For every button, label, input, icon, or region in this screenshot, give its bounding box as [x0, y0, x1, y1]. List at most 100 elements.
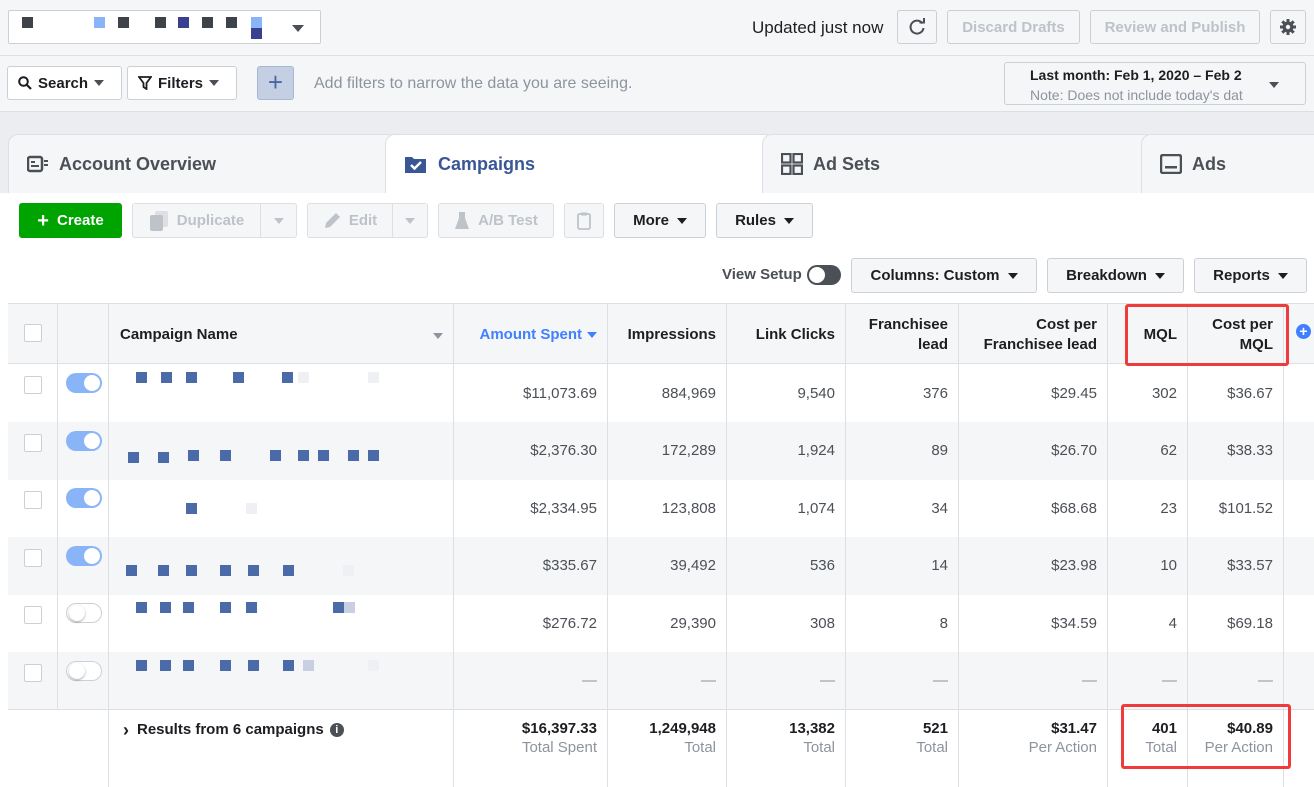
campaign-name-cell[interactable] [109, 364, 454, 422]
select-all-checkbox[interactable] [24, 324, 42, 342]
add-column-icon[interactable]: + [1296, 324, 1311, 339]
campaign-name-cell[interactable] [109, 479, 454, 537]
row-checkbox[interactable] [24, 433, 42, 452]
duplicate-dropdown[interactable] [260, 203, 297, 238]
rules-button[interactable]: Rules [716, 203, 813, 238]
date-range-selector[interactable]: Last month: Feb 1, 2020 – Feb 2 Note: Do… [1004, 62, 1306, 105]
campaign-status-toggle[interactable] [66, 430, 102, 451]
highlight-box-totals [1121, 704, 1291, 769]
row-select-cell [8, 479, 58, 537]
search-button[interactable]: Search [7, 66, 122, 100]
campaign-status-toggle[interactable] [66, 545, 102, 566]
header-campaign-name[interactable]: Campaign Name [109, 304, 454, 365]
tab-ad-sets[interactable]: Ad Sets [762, 134, 1154, 193]
columns-button[interactable]: Columns: Custom [851, 258, 1037, 293]
table-row[interactable]: $335.67 39,492 536 14 $23.98 10 $33.57 [8, 536, 1314, 595]
chevron-right-icon[interactable]: › [123, 721, 129, 739]
campaign-status-toggle[interactable] [66, 660, 102, 681]
header-link-clicks[interactable]: Link Clicks [727, 304, 846, 365]
redacted-name-pixel [248, 564, 259, 576]
filters-button[interactable]: Filters [127, 66, 237, 100]
reports-button[interactable]: Reports [1194, 258, 1307, 293]
tab-campaigns[interactable]: Campaigns [385, 134, 775, 193]
row-select-cell [8, 364, 58, 422]
table-row[interactable]: $276.72 29,390 308 8 $34.59 4 $69.18 [8, 594, 1314, 652]
ab-test-button[interactable]: A/B Test [438, 203, 554, 238]
table-row[interactable]: — — — — — — — [8, 651, 1314, 710]
cell-cpmql: $36.67 [1188, 364, 1284, 422]
review-publish-button[interactable]: Review and Publish [1090, 10, 1260, 44]
redacted-name-pixel [186, 372, 197, 383]
cell-impressions: 123,808 [608, 479, 727, 537]
top-bar: Updated just now Discard Drafts Review a… [0, 0, 1314, 56]
account-selector[interactable] [8, 10, 321, 44]
account-name-pixel [22, 17, 33, 28]
cell-cpfl: — [959, 651, 1108, 710]
cell-impressions: 884,969 [608, 364, 727, 422]
redacted-name-pixel [270, 449, 281, 461]
breakdown-button[interactable]: Breakdown [1047, 258, 1184, 293]
refresh-button[interactable] [897, 10, 937, 44]
chevron-down-icon[interactable] [292, 25, 304, 32]
more-button[interactable]: More [614, 203, 706, 238]
header-cost-per-franchisee-lead[interactable]: Cost per Franchisee lead [959, 304, 1108, 365]
edit-dropdown[interactable] [392, 203, 428, 238]
cell-clicks: — [727, 651, 846, 710]
cell-impressions: 29,390 [608, 594, 727, 652]
totals-spacer [8, 710, 109, 787]
campaign-name-cell[interactable] [109, 594, 454, 652]
redacted-name-pixel [128, 451, 139, 463]
tab-account-overview[interactable]: Account Overview [8, 134, 398, 193]
header-franchisee-lead[interactable]: Franchisee lead [846, 304, 959, 365]
totals-label-cell[interactable]: › Results from 6 campaigns i [109, 710, 454, 787]
settings-button[interactable] [1270, 10, 1306, 44]
edit-button[interactable]: Edit [307, 203, 393, 238]
account-overview-icon [27, 155, 48, 173]
discard-drafts-button[interactable]: Discard Drafts [947, 10, 1080, 44]
cell-mql: 62 [1108, 421, 1188, 480]
campaign-status-toggle[interactable] [66, 603, 102, 623]
cell-amount: $276.72 [454, 594, 608, 652]
tab-ads[interactable]: Ads [1141, 134, 1314, 193]
campaign-name-cell[interactable] [109, 536, 454, 595]
table-row[interactable]: $2,334.95 123,808 1,074 34 $68.68 23 $101.52 [8, 479, 1314, 537]
view-setup-toggle[interactable] [807, 265, 841, 285]
cell-impressions: 172,289 [608, 421, 727, 480]
account-name-pixel [251, 28, 262, 39]
row-checkbox[interactable] [24, 663, 42, 682]
updated-status: Updated just now [752, 18, 884, 37]
campaign-status-toggle[interactable] [66, 488, 102, 508]
duplicate-button[interactable]: Duplicate [132, 203, 261, 238]
create-button[interactable]: + Create [19, 203, 122, 238]
add-filter-button[interactable]: + [257, 66, 294, 100]
row-checkbox[interactable] [24, 491, 42, 509]
header-amount-spent[interactable]: Amount Spent [454, 304, 608, 365]
campaign-toolbar: + Create Duplicate Edit A/B Test More Ru… [0, 193, 1314, 303]
row-checkbox[interactable] [24, 548, 42, 567]
clipboard-button[interactable] [564, 203, 604, 238]
tab-label: Campaigns [438, 153, 536, 174]
row-toggle-cell [58, 421, 109, 480]
redacted-name-pixel [246, 602, 257, 613]
cell-clicks: 308 [727, 594, 846, 652]
cell-mql: 302 [1108, 364, 1188, 422]
table-row[interactable]: $11,073.69 884,969 9,540 376 $29.45 302 $36.67 [8, 364, 1314, 422]
header-impressions[interactable]: Impressions [608, 304, 727, 365]
row-checkbox[interactable] [24, 376, 42, 394]
table-row[interactable]: $2,376.30 172,289 1,924 89 $26.70 62 $38.33 [8, 421, 1314, 480]
campaign-name-cell[interactable] [109, 651, 454, 710]
campaign-status-toggle[interactable] [66, 373, 102, 393]
cell-clicks: 9,540 [727, 364, 846, 422]
campaign-name-cell[interactable] [109, 421, 454, 480]
header-label: Link Clicks [755, 325, 835, 343]
toggle-knob [84, 490, 100, 506]
row-checkbox[interactable] [24, 606, 42, 624]
tab-label: Ads [1192, 153, 1227, 174]
info-icon[interactable]: i [329, 723, 344, 737]
header-toggle-column [58, 304, 109, 365]
header-label-line2: lead [917, 335, 948, 353]
header-label-line1: Franchisee [868, 315, 948, 333]
cell-cpfl: $29.45 [959, 364, 1108, 422]
header-label-line2: Franchisee lead [983, 335, 1097, 353]
gear-icon [1280, 19, 1296, 35]
